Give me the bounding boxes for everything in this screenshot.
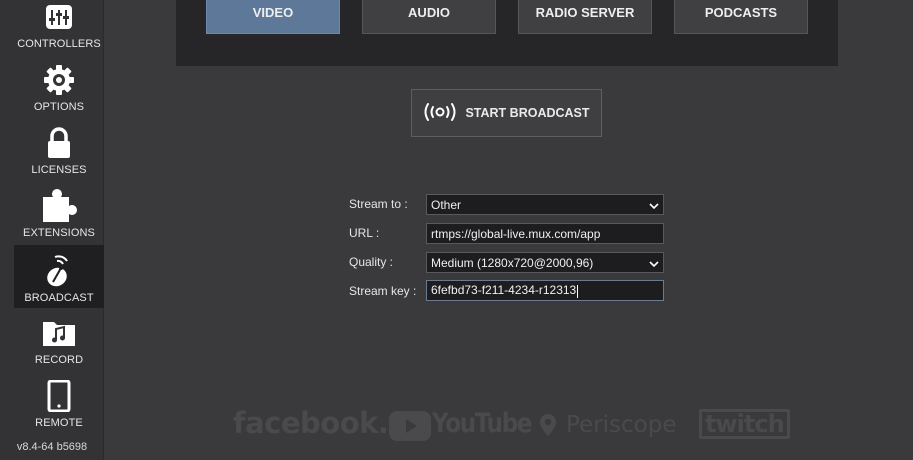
tab-video[interactable]: VIDEO (206, 0, 340, 34)
gear-icon (41, 63, 77, 97)
start-broadcast-label: START BROADCAST (465, 106, 590, 120)
sidebar-item-extensions[interactable]: EXTENSIONS (14, 183, 104, 243)
chevron-down-icon (649, 258, 659, 268)
sidebar-item-label: CONTROLLERS (17, 38, 101, 50)
music-folder-icon (41, 316, 77, 350)
youtube-play-icon (389, 411, 431, 441)
periscope-pin-icon (538, 413, 558, 442)
quality-select[interactable]: Medium (1280x720@2000,96) (426, 252, 664, 273)
tab-bar: VIDEO AUDIO RADIO SERVER PODCASTS (176, 0, 838, 66)
broadcast-waves-icon (423, 102, 457, 125)
twitch-logo: twitch (699, 409, 790, 439)
tab-podcasts[interactable]: PODCASTS (674, 0, 808, 34)
tab-audio[interactable]: AUDIO (362, 0, 496, 34)
sidebar: CONTROLLERS OPTIONS LICENSES EXTENSIONS … (0, 0, 104, 460)
sidebar-item-label: LICENSES (31, 164, 87, 176)
stream-key-value: 6fefbd73-f211-4234-r12313 (431, 283, 577, 298)
url-value: rtmps://global-live.mux.com/app (431, 226, 601, 241)
start-broadcast-button[interactable]: START BROADCAST (411, 89, 602, 137)
quality-label: Quality : (349, 255, 394, 269)
text-caret (577, 284, 579, 298)
youtube-logo: YouTube (432, 408, 532, 439)
url-label: URL : (349, 226, 380, 240)
sidebar-item-label: EXTENSIONS (23, 227, 95, 239)
sidebar-item-label: REMOTE (35, 417, 83, 429)
sidebar-item-label: RECORD (34, 354, 84, 366)
sidebar-item-licenses[interactable]: LICENSES (14, 120, 104, 180)
stream-key-label: Stream key : (349, 284, 417, 298)
sidebar-item-record[interactable]: RECORD (14, 310, 104, 370)
lock-icon (41, 126, 77, 160)
quality-value: Medium (1280x720@2000,96) (431, 255, 594, 270)
sliders-icon (41, 0, 77, 34)
periscope-logo: Periscope (566, 412, 677, 438)
chevron-down-icon (649, 200, 659, 210)
stream-to-select[interactable]: Other (426, 194, 664, 215)
sidebar-item-controllers[interactable]: CONTROLLERS (14, 0, 104, 54)
stream-to-label: Stream to : (349, 197, 408, 211)
stream-key-input[interactable]: 6fefbd73-f211-4234-r12313 (426, 280, 664, 301)
url-input[interactable]: rtmps://global-live.mux.com/app (426, 223, 664, 244)
stream-to-value: Other (431, 197, 462, 212)
broadcast-dish-icon (41, 254, 77, 288)
version-label: v8.4-64 b5698 (16, 441, 88, 453)
tab-radio-server[interactable]: RADIO SERVER (518, 0, 652, 34)
sidebar-item-broadcast[interactable]: BROADCAST (14, 245, 104, 308)
sidebar-item-label: BROADCAST (24, 292, 94, 304)
tablet-icon (41, 379, 77, 413)
sidebar-item-remote[interactable]: REMOTE (14, 373, 104, 433)
sidebar-item-label: OPTIONS (33, 101, 85, 113)
puzzle-icon (41, 189, 77, 223)
sidebar-item-options[interactable]: OPTIONS (14, 57, 104, 117)
facebook-logo: facebook. (233, 406, 389, 440)
